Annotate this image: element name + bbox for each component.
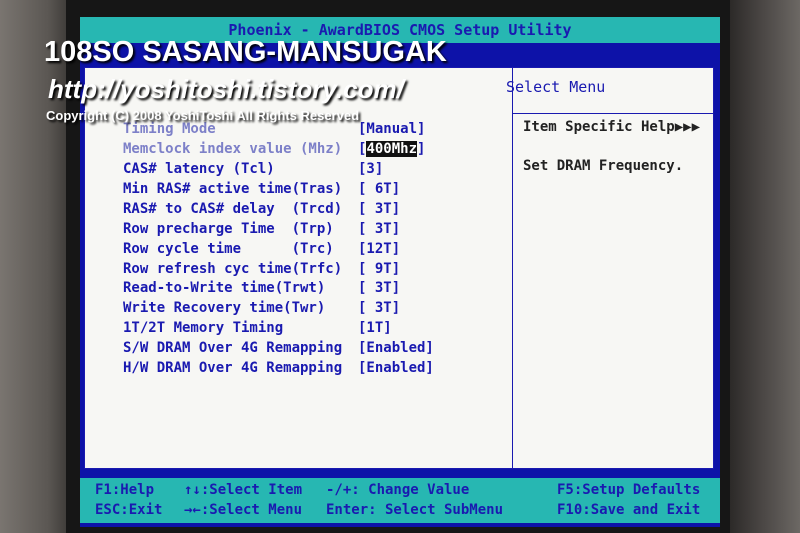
footer-change-value-key: -/+: Change Value bbox=[326, 482, 470, 498]
setting-value-trc[interactable]: [12T] bbox=[358, 241, 400, 257]
setting-value-tras[interactable]: [ 6T] bbox=[358, 181, 400, 197]
setting-value-trcd[interactable]: [ 3T] bbox=[358, 201, 400, 217]
item-help-text: Set DRAM Frequency. bbox=[523, 158, 684, 174]
setting-label-trwt[interactable]: Read-to-Write time(Trwt) bbox=[123, 280, 325, 296]
setting-value-cas-latency[interactable]: [3] bbox=[358, 161, 383, 177]
footer-select-menu-key: →←:Select Menu bbox=[184, 502, 303, 518]
setting-label-twr[interactable]: Write Recovery time(Twr) bbox=[123, 300, 325, 316]
setting-value-sw-remap[interactable]: [Enabled] bbox=[358, 340, 434, 356]
setting-label-cas-latency[interactable]: CAS# latency (Tcl) bbox=[123, 161, 275, 177]
watermark-title: 108SO SASANG-MANSUGAK bbox=[44, 36, 447, 68]
setting-label-trcd[interactable]: RAS# to CAS# delay (Trcd) bbox=[123, 201, 342, 217]
setting-value-trfc[interactable]: [ 9T] bbox=[358, 261, 400, 277]
setting-label-trc[interactable]: Row cycle time (Trc) bbox=[123, 241, 334, 257]
setting-value-timing-mode[interactable]: [Manual] bbox=[358, 121, 425, 137]
setting-label-tras[interactable]: Min RAS# active time(Tras) bbox=[123, 181, 342, 197]
setting-value-trwt[interactable]: [ 3T] bbox=[358, 280, 400, 296]
setting-value-memclock[interactable]: [400Mhz] bbox=[358, 141, 425, 157]
setting-value-twr[interactable]: [ 3T] bbox=[358, 300, 400, 316]
setting-value-trp[interactable]: [ 3T] bbox=[358, 221, 400, 237]
footer-setup-defaults-key: F5:Setup Defaults bbox=[557, 482, 701, 498]
footer-save-exit-key: F10:Save and Exit bbox=[557, 502, 701, 518]
setting-label-sw-remap[interactable]: S/W DRAM Over 4G Remapping bbox=[123, 340, 342, 356]
selected-value-highlight[interactable]: 400Mhz bbox=[366, 141, 418, 157]
setting-value-memory-timing[interactable]: [1T] bbox=[358, 320, 392, 336]
footer-exit-key: ESC:Exit bbox=[95, 502, 163, 518]
help-header-divider bbox=[513, 113, 714, 114]
setting-label-trfc[interactable]: Row refresh cyc time(Trfc) bbox=[123, 261, 342, 277]
setting-label-trp[interactable]: Row precharge Time (Trp) bbox=[123, 221, 334, 237]
panel-divider-vertical bbox=[512, 67, 513, 469]
select-menu-header: Select Menu bbox=[506, 78, 606, 96]
item-help-title: Item Specific Help▶▶▶ bbox=[523, 119, 701, 135]
setting-label-timing-mode[interactable]: Timing Mode bbox=[123, 121, 216, 137]
setting-label-hw-remap[interactable]: H/W DRAM Over 4G Remapping bbox=[123, 360, 342, 376]
footer-help-key: F1:Help bbox=[95, 482, 155, 498]
setting-label-memory-timing[interactable]: 1T/2T Memory Timing bbox=[123, 320, 283, 336]
value-bracket-close: ] bbox=[417, 141, 426, 157]
setting-value-hw-remap[interactable]: [Enabled] bbox=[358, 360, 434, 376]
watermark-url: http://yoshitoshi.tistory.com/ bbox=[48, 74, 404, 104]
footer-select-submenu-key: Enter: Select SubMenu bbox=[326, 502, 504, 518]
watermark-copyright: Copyright (C) 2008 YoshiToshi All Rights… bbox=[46, 108, 360, 123]
footer-select-item-key: ↑↓:Select Item bbox=[184, 482, 303, 498]
setting-label-memclock[interactable]: Memclock index value (Mhz) bbox=[123, 141, 342, 157]
